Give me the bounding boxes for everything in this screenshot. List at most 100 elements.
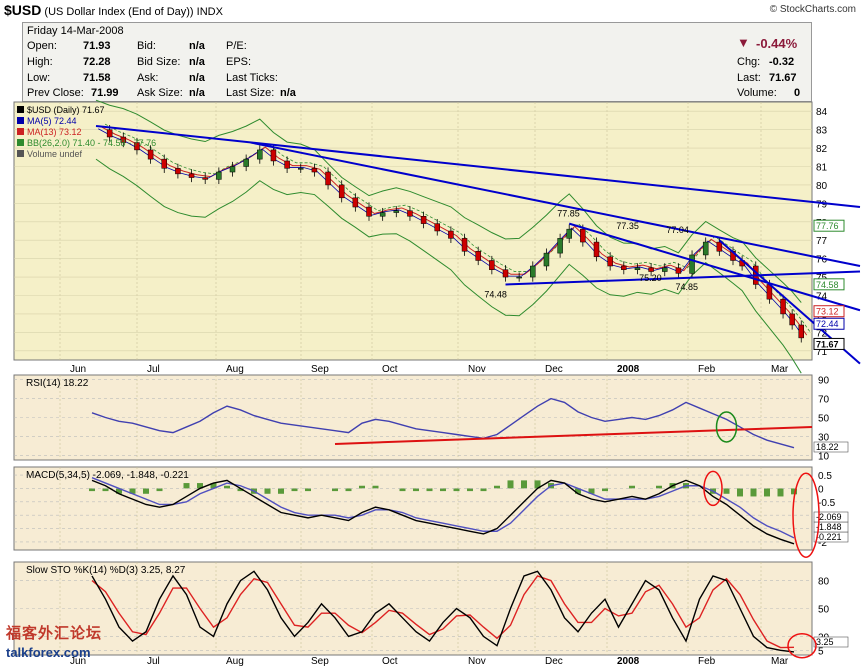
price-axis-badge [813, 219, 845, 232]
macd-histogram-bar [440, 488, 446, 492]
price-legend-entry: MA(5) 72.44 [27, 116, 77, 126]
last-size-value: n/a [280, 87, 296, 99]
candle-body [662, 267, 668, 272]
candle-body [134, 142, 140, 151]
indicator-tick-label: 30 [818, 432, 830, 443]
indicator-tick-label: -2 [818, 538, 827, 549]
candle-body [216, 171, 222, 180]
month-label-bottom: Jul [147, 656, 160, 667]
price-tick-label: 78 [816, 218, 828, 229]
candle-body [689, 254, 695, 274]
price-axis-badge [813, 305, 845, 318]
legend-swatch [17, 150, 24, 157]
candle-body [270, 149, 277, 162]
candle-body [393, 210, 400, 213]
candle-body [106, 129, 113, 138]
macd-panel-bg [13, 466, 813, 551]
chg-value: -0.32 [769, 56, 795, 68]
month-label-top: Sep [311, 364, 329, 375]
month-label-bottom: Nov [468, 656, 486, 667]
chart-title: $USD (US Dollar Index (End of Day)) INDX [4, 2, 223, 18]
symbol: $USD [4, 2, 42, 18]
macd-histogram-bar [737, 488, 743, 497]
price-legend-entry: MA(13) 73.12 [27, 127, 82, 137]
candle-body [434, 223, 440, 232]
price-annotation: 77.85 [557, 208, 580, 218]
rsi-line [91, 397, 795, 449]
ask-label: Ask: [137, 72, 159, 84]
macd-histogram-bar [669, 483, 676, 489]
stochastic-d-line [91, 575, 795, 649]
price-tick-label: 80 [816, 181, 828, 192]
macd-histogram-bar [143, 488, 149, 494]
indicator-badge-label: -1.848 [816, 522, 842, 532]
bid-label: Bid: [137, 40, 156, 52]
candle-body [379, 212, 386, 217]
macd-histogram-bar [278, 488, 284, 494]
macd-histogram-bar [413, 488, 419, 492]
trendline [250, 141, 861, 267]
macd-histogram-bar [291, 488, 298, 492]
candle-body [147, 149, 154, 160]
indicator-tick-label: 80 [818, 577, 830, 588]
macd-histogram-bar [534, 480, 541, 489]
indicator-tick-label: -0.5 [818, 498, 836, 509]
candle-body [229, 166, 236, 173]
macd-histogram-bar [332, 488, 338, 492]
candle-body [789, 313, 795, 326]
candle-body [448, 230, 454, 239]
macd-highlight-circle [703, 470, 723, 507]
macd-histogram-bar [372, 485, 379, 489]
indicator-badge-label: -2.069 [816, 512, 842, 522]
indicator-title: Slow STO %K(14) %D(3) 3.25, 8.27 [26, 565, 186, 576]
macd-histogram-bar [399, 488, 406, 492]
macd-histogram-bar [777, 488, 784, 497]
month-label-top: Jun [70, 364, 86, 375]
candle-body [780, 298, 786, 315]
indicator-badge [813, 511, 849, 523]
source-credit[interactable]: © StockCharts.com [770, 4, 856, 15]
month-label-bottom: Sep [311, 656, 329, 667]
candle-body [634, 267, 641, 270]
macd-histogram-bar [156, 488, 163, 492]
rsi-panel-bg [13, 374, 813, 461]
indicator-badge-label: -0.221 [816, 532, 842, 542]
quote-panel: Friday 14-Mar-2008 Open: 71.93 High: 72.… [22, 22, 812, 102]
watermark-en: talkforex.com [6, 645, 91, 660]
indicator-tick-label: -1 [818, 511, 827, 522]
candle-body [621, 265, 627, 270]
price-tick-label: 75 [816, 273, 828, 284]
month-label-top: Nov [468, 364, 486, 375]
candle-body [702, 241, 709, 256]
legend-swatch [17, 139, 24, 146]
macd-histogram-bar [224, 485, 230, 489]
candle-body [284, 160, 290, 169]
candle-body [580, 228, 586, 243]
bollinger-upper-line [95, 99, 802, 303]
price-axis-badge-label: 74.58 [816, 280, 839, 290]
macd-highlight-circle [792, 472, 820, 558]
price-tick-label: 81 [816, 163, 828, 174]
macd-histogram-bar [656, 485, 662, 489]
price-legend-entry: BB(26,2.0) 71.40 - 74.58 - 77.76 [27, 138, 156, 148]
candle-body [420, 216, 427, 224]
price-annotation: 77.04 [666, 225, 689, 235]
stochastic-k-line [91, 570, 795, 653]
ask-value: n/a [189, 72, 205, 84]
indicator-badge-label: 3.25 [816, 637, 834, 647]
macd-histogram-bar [251, 488, 257, 494]
month-label-bottom: 2008 [617, 656, 640, 667]
chg-label: Chg: [737, 56, 761, 68]
price-tick-label: 79 [816, 199, 828, 210]
price-tick-label: 84 [816, 107, 828, 118]
macd-histogram-bar [210, 483, 217, 489]
candle-body [120, 136, 127, 143]
month-label-bottom: Oct [382, 656, 398, 667]
eps-label: EPS: [226, 56, 252, 68]
change-percent: -0.44% [756, 36, 798, 51]
macd-histogram-bar [629, 485, 635, 489]
candle-body [798, 324, 804, 339]
candle-body [175, 168, 181, 175]
indicator-tick-label: 0.5 [818, 471, 832, 482]
month-label-bottom: Mar [771, 656, 789, 667]
